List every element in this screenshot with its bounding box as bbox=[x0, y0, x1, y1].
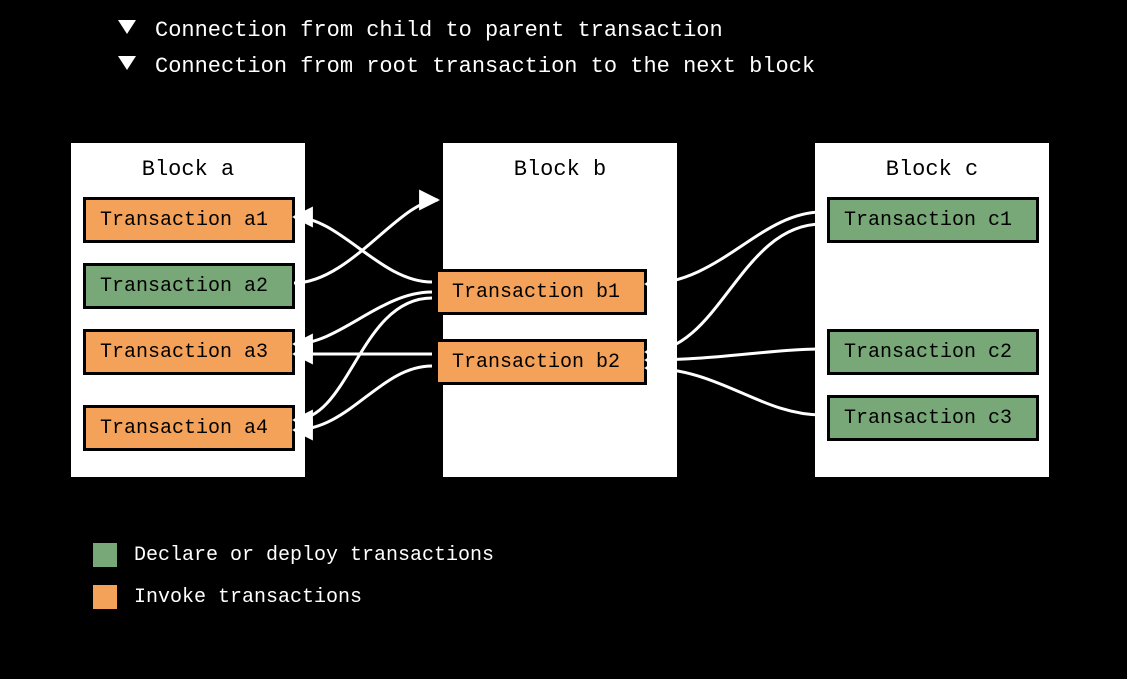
block-c-title: Block c bbox=[815, 143, 1049, 182]
transaction-a3: Transaction a3 bbox=[83, 329, 295, 375]
transaction-a3-label: Transaction a3 bbox=[100, 341, 268, 364]
edge-a2-blockb bbox=[294, 200, 438, 283]
transaction-a2-label: Transaction a2 bbox=[100, 275, 268, 298]
edge-b1-a4 bbox=[294, 298, 432, 420]
block-a-title: Block a bbox=[71, 143, 305, 182]
transaction-b2-label: Transaction b2 bbox=[452, 351, 620, 374]
edge-b1-a1 bbox=[294, 217, 432, 282]
legend-swatch-invoke bbox=[90, 582, 120, 612]
transaction-c2: Transaction c2 bbox=[827, 329, 1039, 375]
transaction-a4-label: Transaction a4 bbox=[100, 417, 268, 440]
transaction-a2: Transaction a2 bbox=[83, 263, 295, 309]
block-b: Block b Transaction b1 Transaction b2 bbox=[440, 140, 680, 480]
edge-b2-a4 bbox=[294, 366, 432, 430]
transaction-b2: Transaction b2 bbox=[435, 339, 647, 385]
block-a: Block a Transaction a1 Transaction a2 Tr… bbox=[68, 140, 308, 480]
caption-child-to-parent: Connection from child to parent transact… bbox=[155, 18, 723, 43]
arrowhead-icon bbox=[118, 20, 136, 34]
arrowhead-icon bbox=[118, 56, 136, 70]
caption-root-to-block: Connection from root transaction to the … bbox=[155, 54, 815, 79]
legend-label-declare-deploy: Declare or deploy transactions bbox=[134, 544, 494, 567]
transaction-b1-label: Transaction b1 bbox=[452, 281, 620, 304]
legend-swatch-declare-deploy bbox=[90, 540, 120, 570]
transaction-c3-label: Transaction c3 bbox=[844, 407, 1012, 430]
transaction-a1-label: Transaction a1 bbox=[100, 209, 268, 232]
transaction-c2-label: Transaction c2 bbox=[844, 341, 1012, 364]
block-c: Block c Transaction c1 Transaction c2 Tr… bbox=[812, 140, 1052, 480]
transaction-a4: Transaction a4 bbox=[83, 405, 295, 451]
transaction-b1: Transaction b1 bbox=[435, 269, 647, 315]
block-b-title: Block b bbox=[443, 143, 677, 182]
legend-label-invoke: Invoke transactions bbox=[134, 586, 362, 609]
transaction-c3: Transaction c3 bbox=[827, 395, 1039, 441]
edge-b1-a3 bbox=[294, 292, 432, 344]
transaction-c1-label: Transaction c1 bbox=[844, 209, 1012, 232]
transaction-a1: Transaction a1 bbox=[83, 197, 295, 243]
transaction-c1: Transaction c1 bbox=[827, 197, 1039, 243]
